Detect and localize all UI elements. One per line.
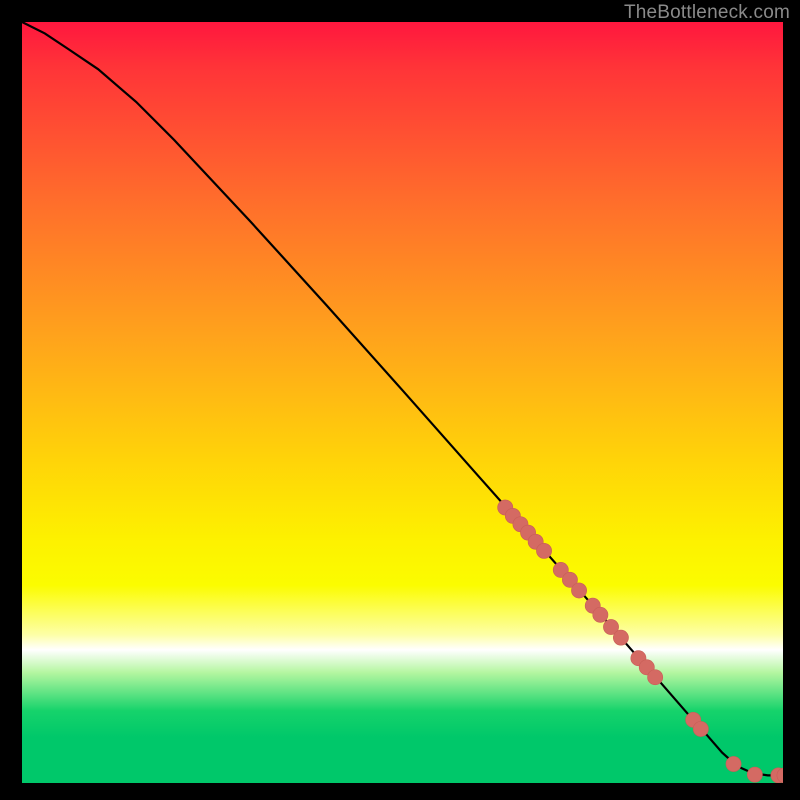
data-marker xyxy=(693,721,708,736)
data-marker xyxy=(747,767,762,782)
data-marker xyxy=(726,756,741,771)
marker-group xyxy=(498,500,783,783)
data-marker xyxy=(613,630,628,645)
data-marker xyxy=(648,670,663,685)
chart-overlay xyxy=(22,22,783,783)
data-marker xyxy=(571,583,586,598)
curve-line xyxy=(22,22,783,775)
chart-stage: TheBottleneck.com xyxy=(0,0,800,800)
data-marker xyxy=(593,607,608,622)
watermark-text: TheBottleneck.com xyxy=(624,2,790,24)
data-marker xyxy=(536,543,551,558)
